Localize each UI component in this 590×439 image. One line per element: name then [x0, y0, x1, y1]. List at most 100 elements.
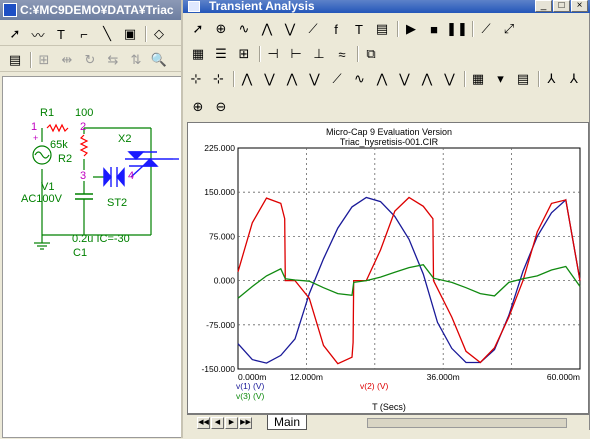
next-edge-button[interactable]: ⋁ — [441, 70, 459, 88]
tangent-button[interactable]: ⟋ — [477, 20, 495, 38]
line-plot-icon: ⤢ — [503, 21, 515, 36]
mirror-button[interactable]: ⇆ — [104, 51, 122, 69]
scale-button[interactable]: ⊕ — [212, 20, 230, 38]
chart-settings-button[interactable]: ▦ — [469, 70, 487, 88]
flip-icon: ⇹ — [61, 52, 73, 67]
transient-analysis-title: Transient Analysis — [209, 0, 315, 13]
text-button[interactable]: T — [350, 20, 368, 38]
scale-icon: ⊕ — [215, 21, 227, 36]
next-max-button[interactable]: ⋀ — [373, 70, 391, 88]
close-button[interactable]: × — [571, 0, 588, 12]
peak-button[interactable]: ⋀ — [258, 20, 276, 38]
next-low-button[interactable]: ⋁ — [306, 70, 324, 88]
plot-area[interactable]: Micro-Cap 9 Evaluation Version Triac_hys… — [187, 122, 589, 414]
toolbar-separator — [145, 26, 147, 42]
tag-y-button[interactable]: ⅄ — [565, 70, 583, 88]
cursor-mode2-button[interactable]: ⊹ — [210, 70, 228, 88]
next-min-button[interactable]: ⋁ — [396, 70, 414, 88]
tab-main[interactable]: Main — [267, 415, 308, 430]
node-4[interactable]: 4 — [128, 170, 134, 182]
cursor-mode-icon: ⊹ — [190, 71, 202, 86]
valley-button[interactable]: ⋁ — [281, 20, 299, 38]
run-icon: ▶ — [406, 21, 416, 36]
cursor-mode-button[interactable]: ⊹ — [187, 70, 205, 88]
rotate-icon: ↻ — [84, 52, 96, 67]
label-v1-value[interactable]: AC100V — [21, 193, 62, 205]
select-arrow-button[interactable]: ➚ — [189, 20, 207, 38]
stop-button[interactable]: ■ — [425, 20, 443, 38]
shape-icon: ◇ — [154, 26, 164, 41]
next-tab-button[interactable]: ▶ — [225, 417, 238, 429]
transient-analysis-title-bar[interactable]: Transient Analysis — [183, 0, 590, 13]
label-st2[interactable]: ST2 — [107, 197, 127, 209]
schematic-title-bar[interactable]: C:¥MC9DEMO¥DATA¥Triac — [0, 0, 200, 20]
step-button[interactable]: ⇅ — [127, 51, 145, 69]
horizontal-scrollbar[interactable] — [367, 418, 567, 428]
label-c1-value[interactable]: 0.2u IC=-30 — [72, 233, 130, 245]
wire-button[interactable]: 〰 — [29, 25, 47, 43]
text-button[interactable]: T — [52, 25, 70, 43]
maximize-button[interactable]: □ — [553, 0, 570, 12]
label-x2[interactable]: X2 — [118, 133, 131, 145]
plot-tab-bar: ◀◀ ◀ ▶ ▶▶ Main — [187, 414, 589, 430]
label-v1[interactable]: V1 — [41, 181, 54, 193]
label-r1-value[interactable]: 100 — [75, 107, 93, 119]
cursor-both-button[interactable]: ⊥ — [310, 45, 328, 63]
cursor-left-button[interactable]: ⊣ — [264, 45, 282, 63]
label-r2[interactable]: R2 — [58, 153, 72, 165]
cursor-right-button[interactable]: ⊢ — [287, 45, 305, 63]
chart-settings-icon: ▦ — [471, 71, 485, 86]
legend-entry-1: v(1) (V) — [236, 381, 265, 391]
grid-lines-button[interactable]: ⊞ — [235, 45, 253, 63]
plot-options-button[interactable]: ⧉ — [362, 45, 380, 63]
diagonal-button[interactable]: ╲ — [98, 25, 116, 43]
schematic-toolbar-1: ➚ 〰 T ⌐ ╲ ▣ ◇ — [0, 22, 200, 46]
table-view-button[interactable]: ▤ — [514, 70, 532, 88]
prev-tab-button[interactable]: ◀ — [211, 417, 224, 429]
list-button[interactable]: ☰ — [212, 45, 230, 63]
label-c1[interactable]: C1 — [73, 247, 87, 259]
minimize-button[interactable]: _ — [535, 0, 552, 12]
cursor-slope-button[interactable]: ≈ — [333, 45, 351, 63]
slope-button[interactable]: ⟋ — [304, 20, 322, 38]
line-button[interactable]: ⌐ — [75, 25, 93, 43]
plot-svg: 225.000 150.000 75.000 0.000 -75.000 -150.000… — [201, 143, 581, 401]
first-tab-button[interactable]: ◀◀ — [197, 417, 210, 429]
zoom-out-button[interactable]: ⊖ — [212, 98, 230, 116]
run-button[interactable]: ▶ — [402, 20, 420, 38]
next-valley-button[interactable]: ⋁ — [261, 70, 279, 88]
flip-button[interactable]: ⇹ — [58, 51, 76, 69]
grid-button[interactable]: ⊞ — [35, 51, 53, 69]
last-tab-button[interactable]: ▶▶ — [239, 417, 252, 429]
next-peak-button[interactable]: ⋀ — [238, 70, 256, 88]
component-button[interactable]: ▣ — [121, 25, 139, 43]
function-button[interactable]: f — [327, 20, 345, 38]
next-high-button[interactable]: ⋀ — [283, 70, 301, 88]
next-max-icon: ⋀ — [376, 71, 388, 86]
find-button[interactable]: 🔍 — [150, 51, 168, 69]
next-level-button[interactable]: ⋀ — [418, 70, 436, 88]
dropdown-button[interactable]: ▾ — [492, 70, 510, 88]
next-slope-button[interactable]: ⟋ — [328, 70, 346, 88]
label-r1[interactable]: R1 — [40, 107, 54, 119]
schematic-toolbar-2: ▤ ⊞ ⇹ ↻ ⇆ ⇅ 🔍 — [0, 48, 200, 72]
zoom-in-button[interactable]: ⊕ — [189, 98, 207, 116]
node-1[interactable]: 1 — [31, 121, 37, 133]
arrow-select-button[interactable]: ➚ — [6, 25, 24, 43]
properties-button[interactable]: ▤ — [6, 51, 24, 69]
tag-x-button[interactable]: ⅄ — [543, 70, 561, 88]
waveform-button[interactable]: ∿ — [235, 20, 253, 38]
node-2[interactable]: 2 — [80, 121, 86, 133]
pause-button[interactable]: ❚❚ — [446, 20, 468, 38]
label-r2-value[interactable]: 65k — [50, 139, 68, 151]
text-icon: T — [57, 26, 65, 42]
next-inflection-button[interactable]: ∿ — [351, 70, 369, 88]
properties-button[interactable]: ▤ — [373, 20, 391, 38]
rotate-button[interactable]: ↻ — [81, 51, 99, 69]
line-plot-button[interactable]: ⤢ — [500, 20, 518, 38]
node-3[interactable]: 3 — [80, 170, 86, 182]
shape-button[interactable]: ◇ — [150, 25, 168, 43]
find-icon: 🔍 — [150, 52, 168, 67]
table-button[interactable]: ▦ — [189, 45, 207, 63]
schematic-canvas[interactable]: + 1 2 3 4 R1 100 R2 65k V1 AC100V 0.2u I… — [2, 76, 198, 438]
